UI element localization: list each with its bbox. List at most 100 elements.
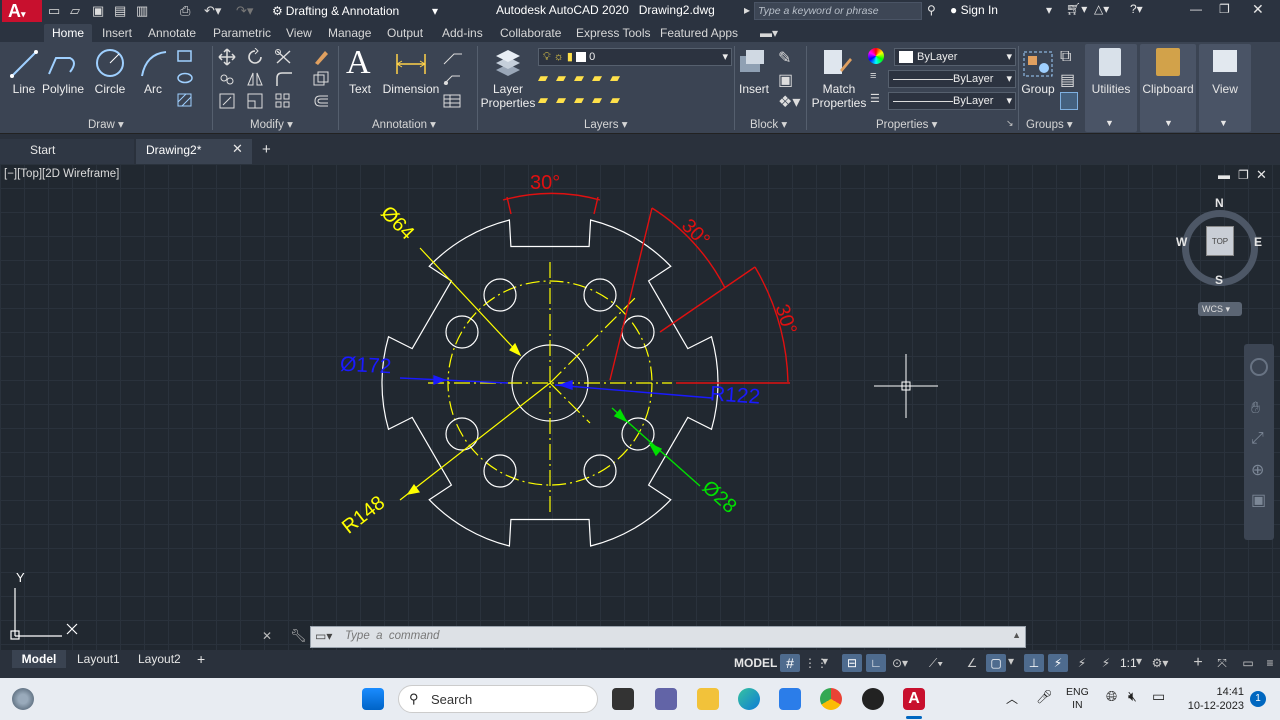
- drawing-canvas[interactable]: [−][Top][2D Wireframe] ▬ ❐ ✕ 30° 30° 30°…: [0, 164, 1280, 650]
- layer-dropdown[interactable]: 💡︎ ☼ ▮ 0 ▾: [538, 48, 732, 66]
- tab-output[interactable]: Output: [387, 24, 423, 42]
- sign-in-button[interactable]: ● Sign In: [950, 3, 998, 17]
- chrome-icon[interactable]: [820, 688, 842, 710]
- pan-icon[interactable]: ✋︎: [1251, 400, 1260, 418]
- ellipse-icon[interactable]: [176, 70, 194, 86]
- restore-window-icon[interactable]: ❐: [1219, 2, 1230, 16]
- erase-icon[interactable]: [312, 48, 330, 66]
- redo-icon[interactable]: ↷▾: [236, 3, 253, 19]
- utilities-button[interactable]: Utilities ▼: [1085, 44, 1137, 132]
- viewcube-top-face[interactable]: TOP: [1206, 226, 1234, 256]
- line-button-label[interactable]: Line: [8, 82, 40, 96]
- edit-block-icon[interactable]: ▣: [778, 70, 793, 90]
- rotate-icon[interactable]: [246, 48, 264, 66]
- steering-wheel-icon[interactable]: [1250, 358, 1268, 376]
- group-icon[interactable]: [1022, 48, 1054, 78]
- minimize-window-icon[interactable]: —: [1190, 2, 1202, 16]
- scale-dropdown-icon[interactable]: ▾: [1136, 654, 1146, 672]
- orbit-icon[interactable]: ⊕: [1251, 460, 1264, 480]
- volume-muted-icon[interactable]: 🔇︎: [1128, 688, 1137, 705]
- object-snap-icon[interactable]: ▢: [986, 654, 1006, 672]
- explode-icon[interactable]: [312, 70, 330, 88]
- object-snap-tracking-icon[interactable]: ∠: [962, 654, 982, 672]
- save-icon[interactable]: ▣: [92, 3, 104, 19]
- copy-icon[interactable]: [218, 70, 236, 88]
- scale-icon[interactable]: [246, 92, 264, 110]
- line-icon[interactable]: [8, 48, 40, 80]
- autocad-logo[interactable]: A▾: [2, 0, 42, 22]
- tab-express-tools[interactable]: Express Tools: [576, 24, 650, 42]
- web-icon[interactable]: ▥: [136, 3, 148, 19]
- model-space-button[interactable]: MODEL: [734, 656, 777, 670]
- wcs-button[interactable]: WCS ▾: [1198, 302, 1242, 316]
- polyline-icon[interactable]: [46, 48, 80, 80]
- widgets-icon[interactable]: [12, 688, 34, 710]
- search-input[interactable]: Type a keyword or phrase: [754, 2, 922, 20]
- command-history-icon[interactable]: ▲: [1012, 630, 1021, 640]
- arc-icon[interactable]: [138, 48, 170, 80]
- print-icon[interactable]: ⎙: [180, 3, 190, 19]
- undo-icon[interactable]: ↶▾: [204, 3, 221, 19]
- microphone-icon[interactable]: 🎤︎: [1036, 689, 1053, 705]
- match-properties-button-label[interactable]: Match Properties: [808, 82, 870, 110]
- tray-overflow-icon[interactable]: ︿: [1006, 690, 1018, 707]
- binoculars-icon[interactable]: ⚲: [927, 3, 936, 17]
- grid-icon[interactable]: #: [780, 654, 800, 672]
- isolate-objects-icon[interactable]: ⤧: [1212, 654, 1232, 672]
- clipboard-button[interactable]: Clipboard ▼: [1140, 44, 1196, 132]
- annotation-visibility-icon[interactable]: ⚡︎: [1048, 654, 1068, 672]
- help-icon[interactable]: ?▾: [1130, 2, 1143, 16]
- task-view-icon[interactable]: [612, 688, 634, 710]
- properties-panel-label[interactable]: Properties ▾: [876, 117, 937, 131]
- ortho-mode-icon[interactable]: ∟: [866, 654, 886, 672]
- lineweight-toggle-icon[interactable]: ⊥: [1024, 654, 1044, 672]
- add-layout-icon[interactable]: +: [197, 651, 205, 667]
- edge-browser-icon[interactable]: [738, 688, 760, 710]
- array-icon[interactable]: [274, 92, 296, 110]
- a360-icon[interactable]: △▾: [1094, 2, 1109, 16]
- compass-west[interactable]: W: [1176, 235, 1187, 249]
- group-button-label[interactable]: Group: [1020, 82, 1056, 96]
- offset-icon[interactable]: [312, 92, 330, 110]
- teams-chat-icon[interactable]: [655, 688, 677, 710]
- taskbar-search-box[interactable]: ⚲ Search: [398, 685, 598, 713]
- view-button[interactable]: View ▼: [1199, 44, 1251, 132]
- polyline-button-label[interactable]: Polyline: [40, 82, 86, 96]
- annotation-panel-label[interactable]: Annotation ▾: [372, 117, 436, 131]
- expand-arrow-icon[interactable]: ▸: [744, 3, 750, 17]
- signin-dropdown-icon[interactable]: ▾: [1046, 3, 1052, 17]
- command-line-close-icon[interactable]: ✕: [262, 629, 272, 643]
- isodraft-icon[interactable]: ⟋▾: [926, 654, 946, 672]
- table-icon[interactable]: [442, 92, 464, 110]
- create-block-icon[interactable]: ✎: [778, 48, 791, 68]
- tab-model[interactable]: Model: [12, 650, 66, 668]
- command-line[interactable]: ▭▾ Type a command ▲: [310, 626, 1026, 648]
- circle-icon[interactable]: [94, 47, 126, 79]
- dimension-icon[interactable]: [394, 50, 428, 78]
- ribbon-toggle-icon[interactable]: ▬▾: [760, 24, 778, 42]
- properties-launcher-icon[interactable]: ↘: [1006, 118, 1014, 129]
- drawing-tab[interactable]: Drawing2* ✕: [136, 139, 252, 164]
- compass-north[interactable]: N: [1215, 196, 1224, 210]
- close-window-icon[interactable]: ✕: [1252, 1, 1264, 18]
- new-tab-icon[interactable]: +: [262, 141, 271, 158]
- modify-panel-label[interactable]: Modify ▾: [250, 117, 293, 131]
- compass-east[interactable]: E: [1254, 235, 1262, 249]
- ungroup-icon[interactable]: ⧉: [1060, 48, 1071, 66]
- tab-layout1[interactable]: Layout1: [77, 652, 120, 666]
- linetype-dropdown[interactable]: ByLayer ▾: [888, 70, 1016, 88]
- stretch-icon[interactable]: [218, 92, 236, 110]
- battery-icon[interactable]: ▭: [1152, 688, 1165, 705]
- color-dropdown[interactable]: ByLayer ▾: [894, 48, 1016, 66]
- annotation-autoscale-icon[interactable]: ⚡︎: [1072, 654, 1092, 672]
- groups-panel-label[interactable]: Groups ▾: [1026, 117, 1073, 131]
- start-tab[interactable]: Start: [0, 139, 134, 164]
- multileader-icon[interactable]: [442, 70, 464, 88]
- tab-parametric[interactable]: Parametric: [213, 24, 271, 42]
- osnap-dropdown-icon[interactable]: ▾: [1008, 654, 1018, 672]
- insert-block-icon[interactable]: [738, 48, 770, 78]
- start-windows-icon[interactable]: [362, 688, 384, 710]
- move-icon[interactable]: [218, 48, 236, 66]
- clean-screen-icon[interactable]: ▭: [1238, 654, 1258, 672]
- network-icon[interactable]: 🌐︎: [1106, 688, 1117, 705]
